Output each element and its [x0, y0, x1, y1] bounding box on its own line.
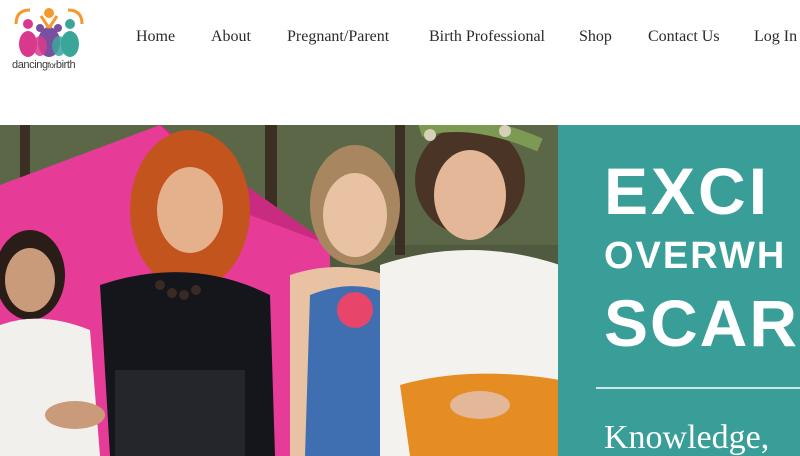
dancing-for-birth-logo[interactable]: dancingforbirth: [8, 4, 88, 72]
site-header: dancingforbirth Home About Pregnant/Pare…: [0, 0, 800, 125]
nav-about[interactable]: About: [211, 28, 251, 46]
headline-line-1: EXCI: [604, 154, 771, 228]
headline-line-3: SCAR: [604, 286, 800, 360]
headline-line-2: OVERWH: [604, 235, 787, 277]
dancing-figures-icon: [14, 8, 84, 57]
hero-text-panel: EXCI OVERWH SCAR Knowledge,: [558, 125, 800, 456]
nav-birth-professional[interactable]: Birth Professional: [429, 28, 545, 46]
nav-pregnant-parent[interactable]: Pregnant/Parent: [287, 28, 389, 46]
nav-home[interactable]: Home: [136, 28, 175, 46]
logo-wordmark: dancingforbirth: [12, 59, 76, 71]
nav-log-in[interactable]: Log In: [754, 28, 797, 46]
divider: [596, 387, 800, 389]
nav-shop[interactable]: Shop: [579, 28, 612, 46]
hero-subline: Knowledge,: [604, 419, 770, 456]
nav-contact-us[interactable]: Contact Us: [648, 28, 720, 46]
hero-photo: [0, 125, 562, 456]
hero-banner: EXCI OVERWH SCAR Knowledge,: [0, 125, 800, 456]
